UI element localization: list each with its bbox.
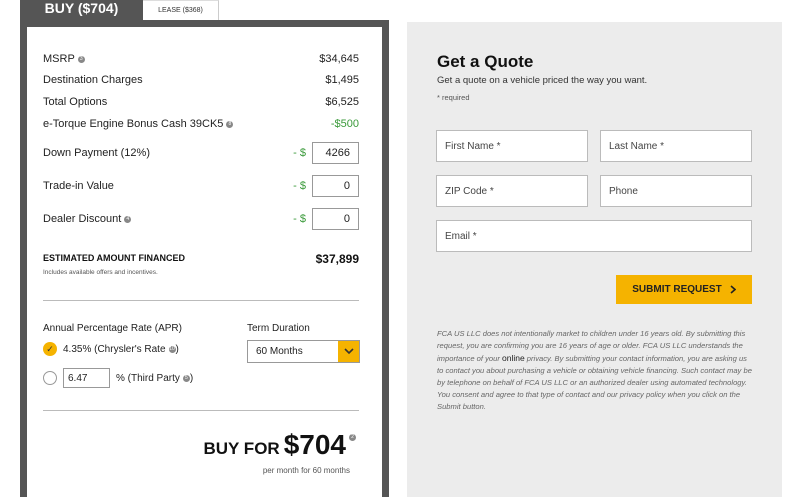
apr-option-third-party-label: % (Third Party	[116, 372, 180, 384]
phone-field[interactable]: Phone	[600, 175, 752, 207]
msrp-label: MSRP	[43, 53, 75, 65]
options-row: Total Options $6,525	[43, 96, 359, 108]
bonus-value: -$500	[330, 118, 359, 130]
tab-lease-label: LEASE ($368)	[158, 7, 203, 14]
bonus-label: e-Torque Engine Bonus Cash 39CK5	[43, 118, 224, 130]
tab-buy-label: BUY ($704)	[44, 0, 119, 16]
quote-panel: Get a Quote Get a quote on a vehicle pri…	[407, 22, 782, 497]
online-privacy-link[interactable]: online	[502, 353, 525, 363]
per-month-text: per month for 60 months	[262, 466, 350, 475]
tradein-input[interactable]: 0	[312, 175, 359, 197]
payment-tabs: BUY ($704) LEASE ($368)	[20, 0, 219, 20]
buy-for-label: BUY FOR	[203, 439, 280, 458]
buy-panel: MSRP 3 $34,645 Destination Charges $1,495…	[27, 27, 382, 497]
destination-label: Destination Charges	[43, 74, 143, 86]
custom-rate-input[interactable]: 6.47	[63, 368, 110, 388]
dealer-discount-prefix: - $	[293, 213, 306, 225]
dealer-discount-row: Dealer Discount 4 - $ 0	[43, 208, 359, 230]
options-value: $6,525	[325, 96, 359, 108]
chevron-down-icon[interactable]	[338, 341, 359, 362]
down-payment-prefix: - $	[293, 147, 306, 159]
submit-request-button[interactable]: SUBMIT REQUEST	[616, 275, 752, 304]
down-payment-label: Down Payment (12%)	[43, 147, 150, 159]
info-icon[interactable]: 2	[349, 434, 356, 441]
tab-buy[interactable]: BUY ($704)	[20, 0, 143, 20]
apr-label: Annual Percentage Rate (APR)	[43, 323, 182, 334]
info-icon[interactable]: 5	[182, 374, 190, 382]
apr-option-third-party[interactable]: 6.47 % (Third Party 5)	[43, 368, 193, 388]
divider	[43, 410, 359, 411]
financed-subtext: Includes available offers and incentives…	[43, 269, 158, 276]
apr-option-chrysler-label: 4.35% (Chrysler's Rate	[63, 343, 166, 355]
info-icon[interactable]: 8	[226, 120, 234, 128]
apr-option-chrysler[interactable]: ✓ 4.35% (Chrysler's Rate 10)	[43, 342, 179, 356]
down-payment-row: Down Payment (12%) - $ 4266	[43, 142, 359, 164]
chevron-right-icon	[730, 285, 736, 294]
term-select-value: 60 Months	[256, 346, 303, 357]
info-icon[interactable]: 10	[168, 345, 176, 353]
financed-value: $37,899	[315, 252, 359, 266]
required-note: * required	[437, 93, 470, 102]
destination-row: Destination Charges $1,495	[43, 74, 359, 86]
submit-request-label: SUBMIT REQUEST	[632, 284, 722, 295]
tab-lease[interactable]: LEASE ($368)	[143, 0, 219, 20]
msrp-row: MSRP 3 $34,645	[43, 53, 359, 65]
term-label: Term Duration	[247, 323, 310, 334]
checkmark-icon[interactable]: ✓	[43, 342, 57, 356]
quote-title: Get a Quote	[437, 52, 534, 71]
divider	[43, 300, 359, 301]
email-field[interactable]: Email *	[436, 220, 752, 252]
dealer-discount-label: Dealer Discount	[43, 213, 122, 225]
last-name-field[interactable]: Last Name *	[600, 130, 752, 162]
radio-button[interactable]	[43, 371, 57, 385]
msrp-value: $34,645	[319, 53, 359, 65]
tradein-row: Trade-in Value - $ 0	[43, 175, 359, 197]
first-name-field[interactable]: First Name *	[436, 130, 588, 162]
options-label: Total Options	[43, 96, 108, 108]
info-icon[interactable]: 3	[77, 55, 85, 63]
buy-for-summary: BUY FOR $704 2	[203, 429, 356, 461]
tradein-prefix: - $	[293, 180, 306, 192]
disclaimer-text: FCA US LLC does not intentionally market…	[437, 329, 752, 411]
financed-label: ESTIMATED AMOUNT FINANCED	[43, 253, 185, 263]
bonus-row: e-Torque Engine Bonus Cash 39CK5 8 -$500	[43, 118, 359, 130]
term-select[interactable]: 60 Months	[247, 340, 360, 363]
quote-subtitle: Get a quote on a vehicle priced the way …	[437, 75, 648, 86]
down-payment-input[interactable]: 4266	[312, 142, 359, 164]
buy-for-value: $704	[283, 429, 346, 460]
zip-field[interactable]: ZIP Code *	[436, 175, 588, 207]
dealer-discount-input[interactable]: 0	[312, 208, 359, 230]
destination-value: $1,495	[325, 74, 359, 86]
tradein-label: Trade-in Value	[43, 180, 114, 192]
info-icon[interactable]: 4	[124, 215, 132, 223]
